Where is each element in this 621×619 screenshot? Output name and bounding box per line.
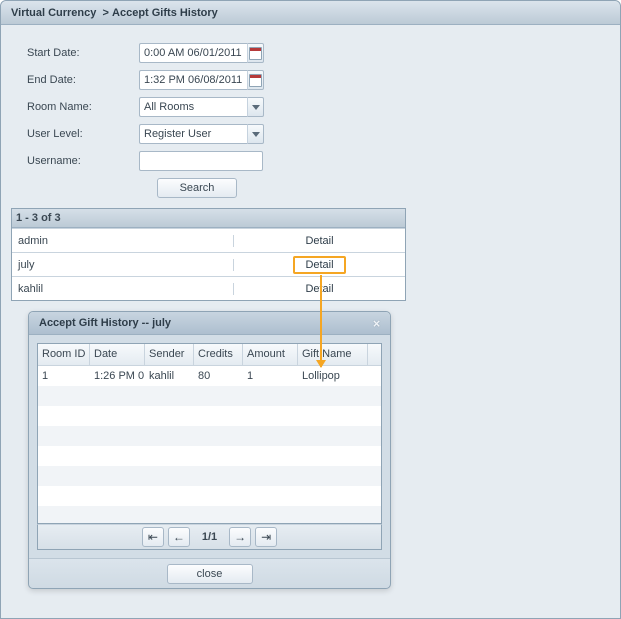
cell-room-id: 1 [38,370,90,382]
cell-credits: 80 [194,370,243,382]
table-row [38,426,381,446]
user-cell: admin [12,235,234,247]
grid-body: 1 1:26 PM 0 kahlil 80 1 Lollipop [38,366,381,524]
cell-gift-name: Lollipop [298,370,368,382]
close-button[interactable]: close [167,564,253,584]
calendar-icon [249,47,262,60]
room-name-trigger[interactable] [247,97,264,117]
table-row: admin Detail [12,228,405,252]
page-next-button[interactable]: → [229,527,251,547]
table-row: 1 1:26 PM 0 kahlil 80 1 Lollipop [38,366,381,386]
close-icon[interactable]: × [369,316,384,331]
user-level-trigger[interactable] [247,124,264,144]
summary-table: 1 - 3 of 3 admin Detail july Detail kahl… [11,208,406,301]
detail-link-highlighted[interactable]: Detail [293,256,345,274]
breadcrumb-current: Accept Gifts History [112,7,218,19]
cell-date: 1:26 PM 0 [90,370,145,382]
popup-header: Accept Gift History -- july × [29,312,390,335]
col-date[interactable]: Date [90,344,145,365]
table-row: july Detail [12,252,405,276]
username-input[interactable] [139,151,263,171]
detail-grid: Room ID Date Sender Credits Amount Gift … [37,343,382,524]
end-date-input[interactable] [139,70,247,90]
start-date-trigger[interactable] [247,43,264,63]
page-first-button[interactable]: ⇤ [142,527,164,547]
breadcrumb-root: Virtual Currency [11,7,96,19]
col-spacer [368,344,381,365]
panel-root: Virtual Currency > Accept Gifts History … [0,0,621,619]
table-row [38,406,381,426]
table-row [38,466,381,486]
page-last-button[interactable]: ⇥ [255,527,277,547]
chevron-down-icon [252,105,260,110]
end-date-trigger[interactable] [247,70,264,90]
popup-title: Accept Gift History -- july [39,317,171,329]
username-label: Username: [9,155,139,167]
user-cell: kahlil [12,283,234,295]
popup-footer: close [29,558,390,588]
detail-popup: Accept Gift History -- july × Room ID Da… [28,311,391,589]
user-cell: july [12,259,234,271]
room-name-combo[interactable] [139,97,247,117]
cell-amount: 1 [243,370,298,382]
user-level-combo[interactable] [139,124,247,144]
table-row [38,446,381,466]
panel-body: Start Date: End Date: Room Name: [1,25,620,309]
cell-sender: kahlil [145,370,194,382]
col-room-id[interactable]: Room ID [38,344,90,365]
user-level-label: User Level: [9,128,139,140]
room-name-label: Room Name: [9,101,139,113]
pager-toolbar: ⇤ ← 1/1 → ⇥ [37,524,382,550]
breadcrumb: Virtual Currency > Accept Gifts History [1,1,620,25]
col-credits[interactable]: Credits [194,344,243,365]
grid-header: Room ID Date Sender Credits Amount Gift … [38,344,381,366]
col-amount[interactable]: Amount [243,344,298,365]
page-prev-button[interactable]: ← [168,527,190,547]
page-indicator: 1/1 [202,531,217,543]
start-date-label: Start Date: [9,47,139,59]
detail-link[interactable]: Detail [305,283,333,295]
summary-header: 1 - 3 of 3 [12,209,405,228]
chevron-down-icon [252,132,260,137]
end-date-label: End Date: [9,74,139,86]
table-row: kahlil Detail [12,276,405,300]
start-date-input[interactable] [139,43,247,63]
col-sender[interactable]: Sender [145,344,194,365]
detail-link[interactable]: Detail [305,235,333,247]
calendar-icon [249,74,262,87]
table-row [38,486,381,506]
table-row [38,386,381,406]
breadcrumb-sep: > [103,7,109,19]
table-row [38,506,381,524]
col-gift-name[interactable]: Gift Name [298,344,368,365]
search-button[interactable]: Search [157,178,237,198]
